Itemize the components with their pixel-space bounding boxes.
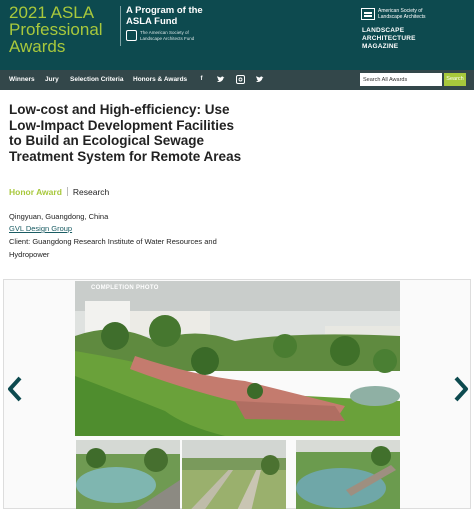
program-line2: ASLA Fund bbox=[126, 16, 178, 27]
search-input[interactable] bbox=[360, 73, 442, 86]
photo-label: COMPLETION PHOTO bbox=[91, 285, 159, 291]
award-separator bbox=[66, 187, 68, 196]
asla-fund-logo-text: The American Society of Landscape Archit… bbox=[140, 30, 195, 41]
asla-fund-logo-icon bbox=[126, 30, 137, 41]
gallery-thumbnail[interactable] bbox=[76, 440, 180, 509]
nav-item-winners[interactable]: Winners bbox=[9, 75, 35, 84]
main-nav: Winners Jury Selection Criteria Honors &… bbox=[0, 70, 474, 90]
magazine-logo[interactable]: LANDSCAPE ARCHITECTURE MAGAZINE bbox=[362, 27, 452, 51]
nav-item-honors-awards[interactable]: Honors & Awards bbox=[133, 75, 187, 84]
header-divider bbox=[120, 6, 121, 46]
completion-photo[interactable] bbox=[75, 281, 400, 436]
firm-link[interactable]: GVL Design Group bbox=[9, 224, 72, 233]
nav-item-selection-criteria[interactable]: Selection Criteria bbox=[70, 75, 123, 84]
twitter-icon[interactable] bbox=[216, 75, 225, 84]
chevron-left-icon[interactable] bbox=[6, 376, 24, 402]
project-title: Low-cost and High-efficiency: Use Low-Im… bbox=[9, 102, 242, 164]
twitter-icon[interactable] bbox=[255, 75, 264, 84]
magazine-line3: MAGAZINE bbox=[362, 43, 399, 50]
chevron-right-icon[interactable] bbox=[452, 376, 470, 402]
awards-logo-title[interactable]: 2021 ASLA Professional Awards bbox=[9, 4, 119, 55]
project-client: Client: Guangdong Research Institute of … bbox=[9, 237, 217, 259]
awards-title-line3: Awards bbox=[9, 37, 66, 56]
site-header: 2021 ASLA Professional Awards A Program … bbox=[0, 0, 474, 70]
gallery-thumbnail[interactable] bbox=[182, 440, 286, 509]
search-button[interactable]: Search bbox=[444, 73, 466, 86]
award-row: Honor Award Research bbox=[9, 187, 109, 197]
program-text: A Program of the ASLA Fund bbox=[126, 5, 203, 27]
magazine-line1: LANDSCAPE bbox=[362, 27, 405, 34]
award-category: Research bbox=[72, 187, 110, 197]
awards-title-line2: Professional bbox=[9, 20, 103, 39]
asla-logo-text: American Society of Landscape Architects bbox=[378, 8, 426, 20]
program-line1: A Program of the bbox=[126, 5, 203, 16]
magazine-line2: ARCHITECTURE bbox=[362, 35, 416, 42]
award-level: Honor Award bbox=[9, 187, 62, 197]
project-location: Qingyuan, Guangdong, China bbox=[9, 212, 109, 221]
facebook-icon[interactable]: f bbox=[197, 75, 206, 84]
gallery-thumbnail[interactable] bbox=[296, 440, 400, 509]
instagram-icon[interactable] bbox=[236, 75, 245, 84]
asla-logo-icon[interactable] bbox=[361, 8, 375, 20]
awards-title-line1: 2021 ASLA bbox=[9, 3, 95, 22]
nav-item-jury[interactable]: Jury bbox=[45, 75, 59, 84]
